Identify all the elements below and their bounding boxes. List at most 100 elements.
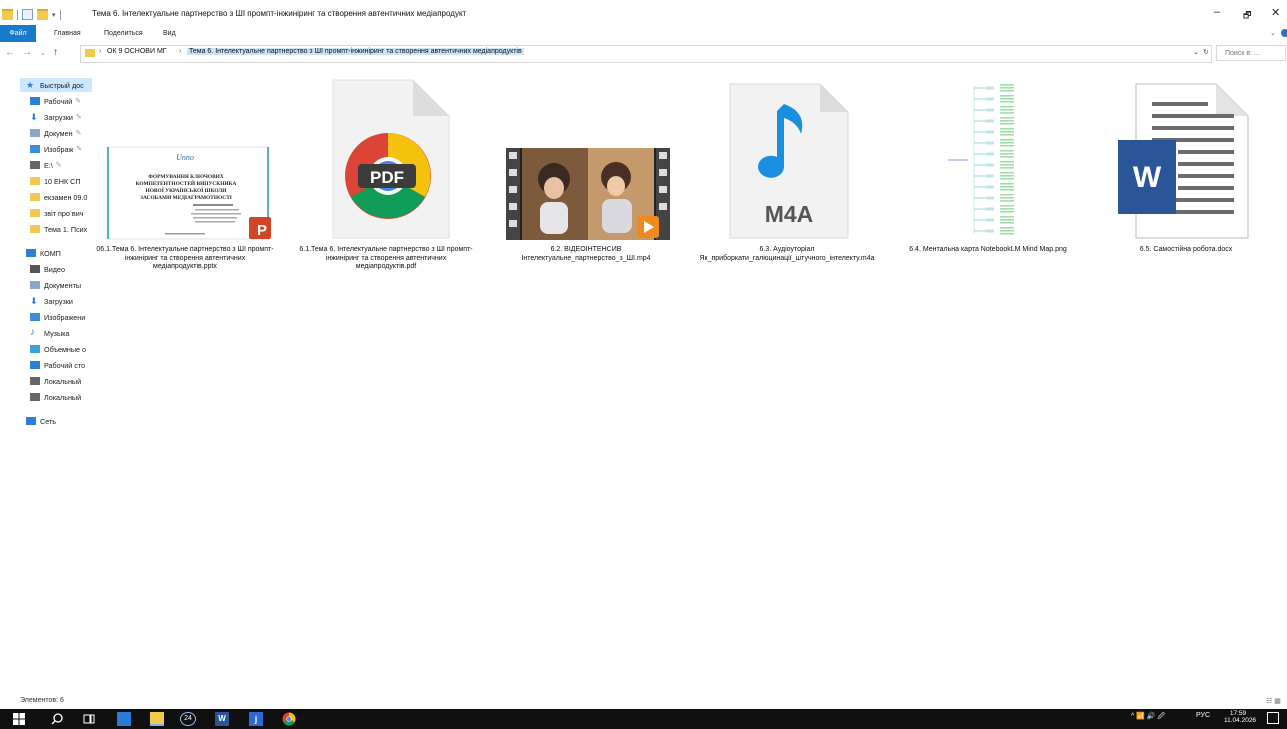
sidebar-item[interactable]: Рабочий ✎ <box>30 94 81 108</box>
address-dropdown-icon[interactable]: ⌄ <box>1193 48 1199 56</box>
sidebar-item-label: Изображ <box>44 144 74 154</box>
clock[interactable]: 17:59 11.04.2026 <box>1224 710 1256 724</box>
tray-icons[interactable]: ^ 📶 🔊 🖉 <box>1131 712 1165 723</box>
sidebar-item-label: екзамен 09.0 <box>44 192 88 202</box>
properties-icon[interactable] <box>22 9 33 20</box>
app-icon[interactable] <box>117 712 131 726</box>
sidebar-item-label: Рабочий <box>44 96 73 106</box>
sidebar-item-label: Загрузки <box>44 296 73 306</box>
sidebar-item[interactable]: Локальный <box>30 374 81 388</box>
windows-start-icon[interactable] <box>12 712 26 726</box>
sidebar-item[interactable]: Рабочий сто <box>30 358 85 372</box>
sidebar-item[interactable]: E:\ ✎ <box>30 158 62 172</box>
sidebar-item[interactable]: Видео <box>30 262 65 276</box>
expand-ribbon-icon[interactable]: ⌄ <box>1270 25 1276 42</box>
word-icon: W <box>1096 66 1276 242</box>
pin-icon: ✎ <box>55 162 62 169</box>
sidebar-item[interactable]: екзамен 09.0 <box>30 190 87 204</box>
sidebar-item[interactable]: Объемные о <box>30 342 86 356</box>
up-icon[interactable]: ↑ <box>53 47 58 58</box>
drive-icon <box>30 377 40 385</box>
desktop-icon <box>30 97 40 105</box>
sidebar-item[interactable]: 10 ЕНК СП <box>30 174 81 188</box>
breadcrumb-separator: › <box>179 48 182 55</box>
sidebar-item[interactable]: Докумен ✎ <box>30 126 81 140</box>
file-name: 6.3. Аудіоуторіал Як_приборкати_галюцина… <box>699 246 875 262</box>
breadcrumb-item-current[interactable]: Тема 6. Інтелектуальне партнерство з ШІ … <box>187 48 524 55</box>
sidebar-item-label: Сеть <box>40 416 56 426</box>
close-button[interactable]: ✕ <box>1271 6 1280 19</box>
tab-share[interactable]: Поделиться <box>104 25 143 42</box>
task-view-icon[interactable] <box>82 712 96 726</box>
sidebar-item[interactable]: звіт про вич <box>30 206 83 220</box>
notification-badge[interactable]: 24 <box>180 712 196 726</box>
pin-icon: ✎ <box>76 146 83 153</box>
sidebar-item[interactable]: ⬇ Загрузки <box>30 294 73 308</box>
notifications-icon[interactable] <box>1267 712 1279 724</box>
computer-icon <box>26 249 36 257</box>
svg-text:ФОРМУВАННЯ КЛЮЧОВИХ: ФОРМУВАННЯ КЛЮЧОВИХ <box>148 174 224 180</box>
drive-icon <box>30 393 40 401</box>
tab-view[interactable]: Вид <box>163 25 176 42</box>
sidebar-item[interactable]: Документы <box>30 278 81 292</box>
new-folder-icon[interactable] <box>37 9 48 20</box>
sidebar-item-label: Быстрый дос <box>40 80 84 90</box>
folder-icon <box>85 49 95 57</box>
status-item-count: Элементов: 6 <box>20 697 64 704</box>
pictures-icon <box>30 145 40 153</box>
sidebar-item[interactable]: Локальный <box>30 390 81 404</box>
forward-icon[interactable]: → <box>22 47 32 58</box>
tab-home[interactable]: Главная <box>54 25 81 42</box>
sidebar-item[interactable]: Тема 1. Псих <box>30 222 87 236</box>
sidebar-item[interactable]: Сеть <box>26 414 56 428</box>
sidebar-item-label: 10 ЕНК СП <box>44 176 81 186</box>
sidebar-item[interactable]: Изображ ✎ <box>30 142 82 156</box>
sidebar-item-label: E:\ <box>44 160 53 170</box>
file-explorer-icon[interactable] <box>150 712 164 726</box>
3d-objects-icon <box>30 345 40 353</box>
language-indicator[interactable]: РУС <box>1196 712 1210 719</box>
chrome-icon[interactable] <box>282 712 296 726</box>
help-icon[interactable] <box>1281 29 1287 37</box>
tab-file[interactable]: Файл <box>0 25 36 42</box>
journal-app-icon[interactable]: j <box>249 712 263 726</box>
svg-text:M4A: M4A <box>765 201 814 227</box>
download-icon: ⬇ <box>30 296 38 306</box>
drive-icon <box>30 161 40 169</box>
recent-locations-icon[interactable]: ⌄ <box>40 49 46 57</box>
refresh-icon[interactable]: ↻ <box>1203 48 1209 56</box>
svg-text:W: W <box>1133 161 1162 194</box>
sidebar-item-label: звіт про вич <box>44 208 84 218</box>
title-bar: ▾ Тема 6. Інтелектуальне партнерство з Ш… <box>0 0 1287 25</box>
word-icon[interactable]: W <box>215 712 229 726</box>
pin-icon: ✎ <box>75 130 82 137</box>
sidebar-item[interactable]: ⬇ Загрузки ✎ <box>30 110 82 124</box>
pin-icon: ✎ <box>75 98 82 105</box>
back-icon[interactable]: ← <box>5 47 15 58</box>
sidebar-item[interactable]: ♪ Музыка <box>30 326 69 340</box>
address-bar[interactable]: › ОК 9 ОСНОВИ МГ › Тема 6. Інтелектуальн… <box>80 45 1212 63</box>
network-icon <box>26 417 36 425</box>
maximize-button[interactable]: 🗗 <box>1243 8 1251 24</box>
pictures-icon <box>30 313 40 321</box>
star-icon: ★ <box>26 80 35 90</box>
svg-text:ЗАСОБАМИ МЕДІАГРАМОТНОСТІ: ЗАСОБАМИ МЕДІАГРАМОТНОСТІ <box>140 195 232 201</box>
view-toggle-icons[interactable]: ☷ ▦ <box>1266 697 1281 705</box>
customize-toolbar-icon[interactable]: ▾ <box>52 11 56 19</box>
file-name: 06.1.Тема 6. Інтелектуальне партнерство … <box>96 246 274 270</box>
sidebar-item-label: Объемные о <box>44 344 87 354</box>
svg-text:P: P <box>257 222 267 239</box>
sidebar-item-label: Загрузки <box>44 112 73 122</box>
sidebar-item-label: Музыка <box>44 328 70 338</box>
minimize-button[interactable]: – <box>1214 6 1220 18</box>
mindmap-thumbnail <box>898 66 1078 242</box>
breadcrumb-separator: › <box>99 48 102 55</box>
breadcrumb-item[interactable]: ОК 9 ОСНОВИ МГ <box>107 48 167 55</box>
search-input[interactable]: Поиск в: ... <box>1216 45 1286 61</box>
sidebar-item[interactable]: КОМП <box>26 246 61 260</box>
sidebar-item[interactable]: Изображени <box>30 310 85 324</box>
ribbon-tabs: Файл Главная Поделиться Вид ⌄ <box>0 25 1287 42</box>
sidebar-item[interactable]: ★ Быстрый дос <box>20 78 92 92</box>
sidebar-item-label: Докумен <box>44 128 73 138</box>
search-icon[interactable] <box>50 712 64 726</box>
